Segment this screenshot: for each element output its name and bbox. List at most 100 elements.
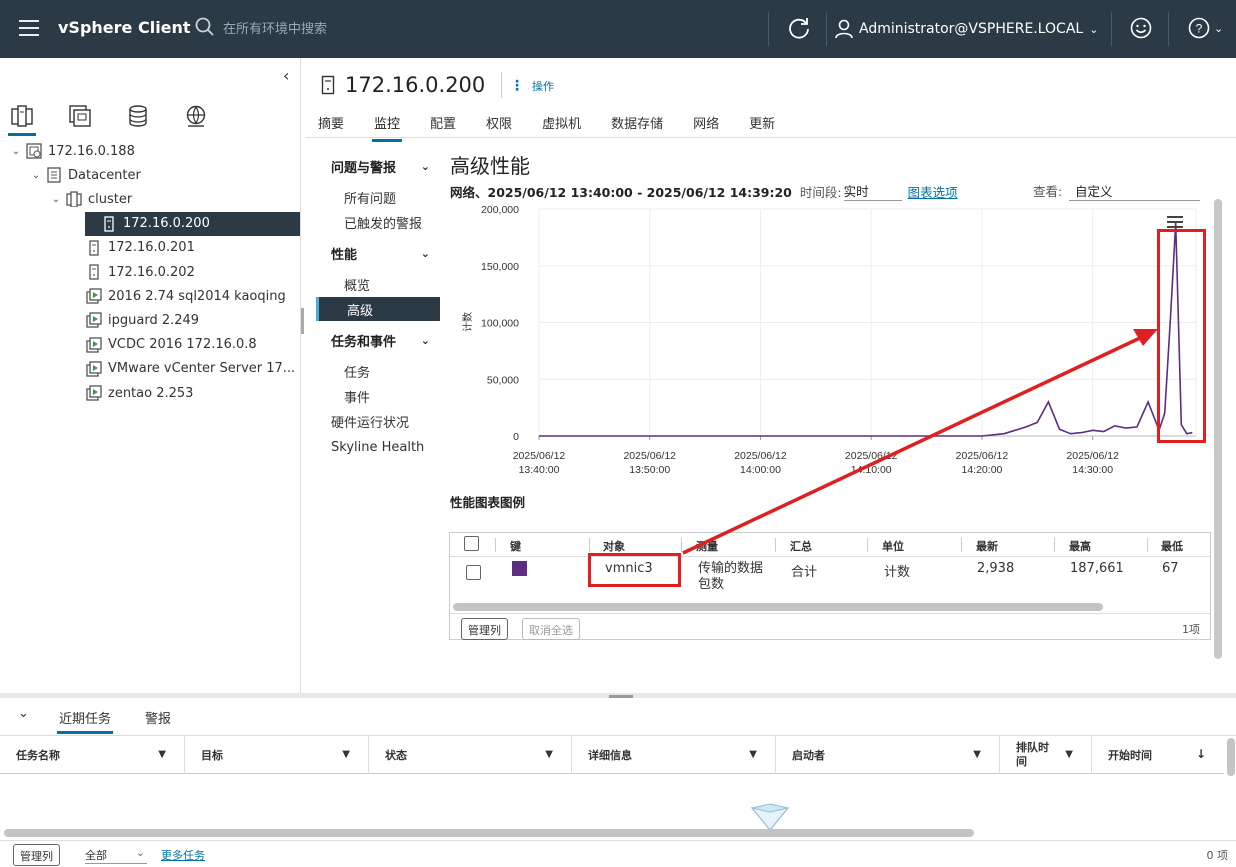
subnav-hardware-health[interactable]: 硬件运行状况 xyxy=(316,409,440,433)
tab-6[interactable]: 网络 xyxy=(693,113,719,140)
subnav-group-tasks-events[interactable]: 任务和事件 ⌄ xyxy=(316,328,440,352)
tab-1[interactable]: 监控 xyxy=(372,113,403,142)
legend-row[interactable]: vmnic3 传输的数据包数 合计 计数 2,938 187,661 67 xyxy=(450,558,1210,598)
subnav-events[interactable]: 事件 xyxy=(316,384,440,408)
column-key[interactable]: 键 xyxy=(510,538,521,554)
subnav-advanced[interactable]: 高级 xyxy=(316,297,440,321)
column-task-name[interactable]: 任务名称 ▼ xyxy=(0,736,185,774)
column-target[interactable]: 目标 ▼ xyxy=(185,736,369,774)
hosts-clusters-tab-icon[interactable] xyxy=(8,104,36,136)
datacenter-icon xyxy=(46,167,62,183)
column-object[interactable]: 对象 xyxy=(603,538,625,554)
filter-icon[interactable]: ▼ xyxy=(749,749,757,760)
column-max[interactable]: 最高 xyxy=(1069,538,1091,554)
tab-recent-tasks[interactable]: 近期任务 xyxy=(56,708,114,734)
subnav-all-issues[interactable]: 所有问题 xyxy=(316,185,440,209)
networking-tab-icon[interactable] xyxy=(184,104,208,130)
subnav-skyline-health[interactable]: Skyline Health xyxy=(316,435,440,459)
column-measurement[interactable]: 测量 xyxy=(696,538,718,554)
cluster-icon xyxy=(66,191,82,209)
global-search[interactable]: 在所有环境中搜索 xyxy=(195,17,327,37)
tree-node[interactable]: 2016 2.74 sql2014 kaoqing xyxy=(0,284,300,308)
column-start-time[interactable]: 开始时间 ↓ xyxy=(1092,736,1224,774)
tab-5[interactable]: 数据存储 xyxy=(611,113,663,140)
refresh-icon[interactable] xyxy=(786,15,812,45)
tree-node[interactable]: ipguard 2.249 xyxy=(0,308,300,332)
feedback-smiley-icon[interactable] xyxy=(1130,17,1152,43)
subnav-overview[interactable]: 概览 xyxy=(316,272,440,296)
row-checkbox[interactable] xyxy=(466,565,481,580)
deselect-all-button[interactable]: 取消全选 xyxy=(522,618,580,640)
legend-table-footer: 管理列 取消全选 1项 xyxy=(450,613,1210,640)
panel-resize-handle[interactable] xyxy=(301,308,304,334)
task-filter-select[interactable]: 全部 ⌄ xyxy=(85,846,147,864)
manage-columns-button[interactable]: 管理列 xyxy=(13,844,60,866)
filter-icon[interactable]: ▼ xyxy=(158,749,166,760)
tree-node[interactable]: VMware vCenter Server 17... xyxy=(0,357,300,381)
tree-node[interactable]: VCDC 2016 172.16.0.8 xyxy=(0,333,300,357)
tree-node[interactable]: ⌄ cluster xyxy=(0,187,300,211)
chevron-down-icon[interactable]: ⌄ xyxy=(10,146,22,157)
column-label: 详细信息 xyxy=(588,749,632,762)
legend-table-header: 键 对象 测量 汇总 单位 最新 最高 最低 xyxy=(450,533,1210,557)
tree-node[interactable]: ⌄ 172.16.0.188 xyxy=(0,139,300,163)
filter-icon[interactable]: ▼ xyxy=(1065,749,1073,760)
manage-columns-button[interactable]: 管理列 xyxy=(461,618,508,640)
tree-node[interactable]: ⌄ Datacenter xyxy=(0,163,300,187)
sort-descending-icon[interactable]: ↓ xyxy=(1196,747,1206,761)
tab-3[interactable]: 权限 xyxy=(486,113,512,140)
user-name: Administrator@VSPHERE.LOCAL xyxy=(859,21,1084,37)
tree-node[interactable]: 172.16.0.201 xyxy=(0,236,300,260)
app-name[interactable]: vSphere Client xyxy=(58,18,191,37)
subnav-group-performance[interactable]: 性能 ⌄ xyxy=(316,241,440,265)
tab-2[interactable]: 配置 xyxy=(430,113,456,140)
view-select[interactable]: 自定义 xyxy=(1069,181,1200,201)
actions-menu[interactable]: ⋮ 操作 xyxy=(510,78,554,94)
table-horizontal-scrollbar[interactable] xyxy=(453,603,1103,611)
more-tasks-link[interactable]: 更多任务 xyxy=(161,847,205,863)
content-scrollbar[interactable] xyxy=(1214,199,1222,659)
column-label: 启动者 xyxy=(792,749,825,762)
column-queued-for[interactable]: 排队时间 ▼ xyxy=(1000,736,1092,774)
chart-options-link[interactable]: 图表选项 xyxy=(908,182,958,201)
subnav-group-issues[interactable]: 问题与警报 ⌄ xyxy=(316,154,440,178)
period-select[interactable]: 实时 xyxy=(843,181,902,201)
tab-4[interactable]: 虚拟机 xyxy=(542,113,581,140)
subnav-tasks[interactable]: 任务 xyxy=(316,359,440,383)
chevron-down-icon[interactable]: ⌄ xyxy=(30,170,42,181)
cell-measurement: 传输的数据包数 xyxy=(698,561,764,592)
chevron-down-icon[interactable]: ⌄ xyxy=(50,194,62,205)
filter-icon[interactable]: ▼ xyxy=(545,749,553,760)
collapse-tasks-icon[interactable]: ⌄ xyxy=(18,706,29,721)
help-menu[interactable]: ? ⌄ xyxy=(1188,17,1223,39)
column-rollup[interactable]: 汇总 xyxy=(790,538,812,554)
column-unit[interactable]: 单位 xyxy=(882,538,904,554)
vms-templates-tab-icon[interactable] xyxy=(68,104,92,130)
menu-icon[interactable] xyxy=(19,20,39,36)
chart-subtitle-bar: 网络、2025/06/12 13:40:00 - 2025/06/12 14:3… xyxy=(450,181,958,201)
tasks-vertical-scrollbar[interactable] xyxy=(1227,738,1235,776)
storage-tab-icon[interactable] xyxy=(126,104,150,130)
host-icon xyxy=(321,75,335,95)
filter-icon[interactable]: ▼ xyxy=(973,749,981,760)
tab-alarms[interactable]: 警报 xyxy=(145,708,171,727)
column-latest[interactable]: 最新 xyxy=(976,538,998,554)
tab-7[interactable]: 更新 xyxy=(749,113,775,140)
tab-0[interactable]: 摘要 xyxy=(318,113,344,140)
inventory-view-tabs xyxy=(8,104,208,136)
tasks-horizontal-scrollbar[interactable] xyxy=(4,829,974,837)
column-initiator[interactable]: 启动者 ▼ xyxy=(776,736,1000,774)
subnav-triggered-alarms[interactable]: 已触发的警报 xyxy=(316,210,440,234)
tree-node[interactable]: 172.16.0.200 xyxy=(85,211,300,236)
select-all-checkbox[interactable] xyxy=(464,536,479,551)
tree-node-label: zentao 2.253 xyxy=(108,385,194,401)
column-details[interactable]: 详细信息 ▼ xyxy=(572,736,776,774)
user-menu[interactable]: Administrator@VSPHERE.LOCAL ⌄ xyxy=(835,19,1098,39)
tree-node[interactable]: 172.16.0.202 xyxy=(0,260,300,284)
collapse-panel-icon[interactable]: ‹ xyxy=(283,66,289,85)
tree-node[interactable]: zentao 2.253 xyxy=(0,381,300,405)
divider xyxy=(1111,12,1112,46)
column-min[interactable]: 最低 xyxy=(1161,538,1183,554)
filter-icon[interactable]: ▼ xyxy=(342,749,350,760)
column-status[interactable]: 状态 ▼ xyxy=(369,736,572,774)
